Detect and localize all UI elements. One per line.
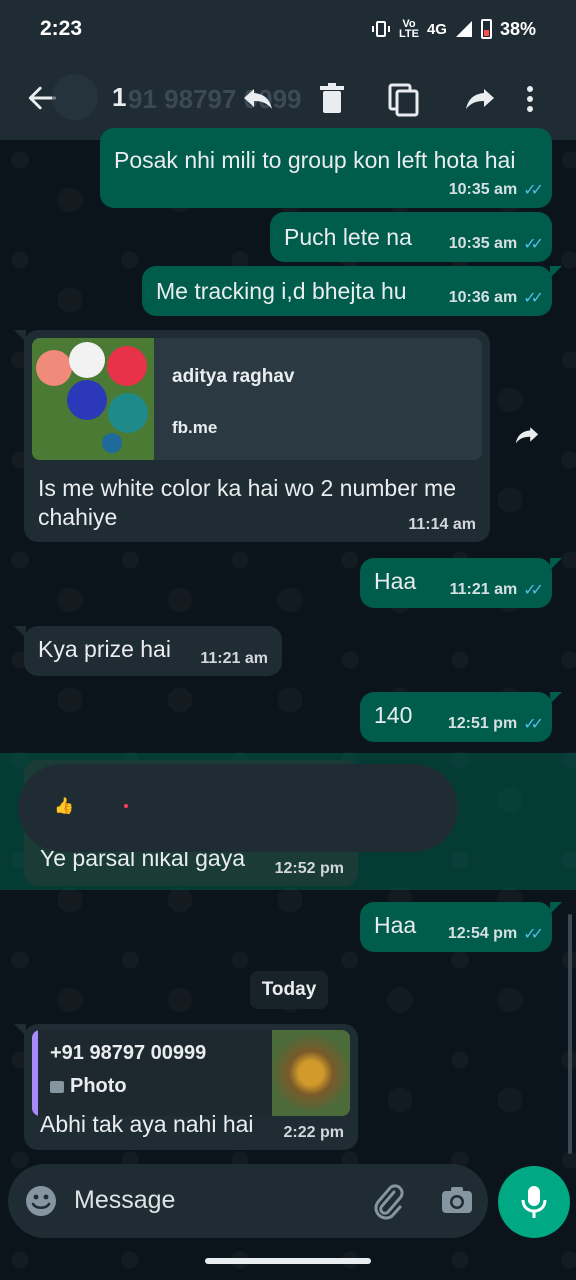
message-time: 10:36 am	[448, 289, 518, 306]
message-meta: 10:35 am ✓✓	[448, 180, 544, 200]
message-text: Posak nhi mili to group kon left hota ha…	[114, 147, 516, 173]
status-time: 2:23	[40, 17, 83, 40]
message-time: 11:21 am	[200, 650, 268, 667]
volte-icon: Vo LTE	[398, 18, 419, 40]
incoming-message[interactable]: Kya prize hai 11:21 am	[14, 626, 282, 676]
scrollbar[interactable]	[568, 914, 572, 1154]
battery-icon	[480, 19, 492, 39]
read-ticks-icon: ✓✓	[523, 290, 544, 307]
message-time: 12:51 pm	[447, 715, 518, 732]
message-input[interactable]: Message	[74, 1186, 175, 1215]
message-meta: 11:21 am	[200, 650, 268, 668]
bubble-tail	[550, 558, 562, 570]
outgoing-message[interactable]: Me tracking i,d bhejta hu 10:36 am ✓✓	[142, 266, 562, 316]
bubble-tail	[14, 1024, 26, 1036]
message-meta: 2:22 pm	[284, 1124, 344, 1142]
bubble-tail	[14, 330, 26, 342]
status-bar: 2:23 Vo LTE 4G 38%	[0, 0, 576, 58]
network-type: 4G	[426, 20, 447, 38]
status-indicators: Vo LTE 4G 38%	[371, 19, 536, 40]
quoted-type: Photo	[50, 1075, 127, 1098]
attach-icon[interactable]	[370, 1182, 404, 1220]
message-meta: 11:14 am	[408, 516, 476, 534]
vibrate-icon	[371, 21, 390, 37]
copy-icon[interactable]	[386, 80, 422, 118]
preview-title: aditya raghav	[172, 366, 295, 387]
chat-screen: 2:23 Vo LTE 4G 38% 91 98797 0099 1 Posak …	[0, 0, 576, 1280]
camera-icon[interactable]	[440, 1184, 474, 1216]
forward-icon[interactable]	[462, 80, 498, 118]
read-ticks-icon: ✓✓	[523, 236, 544, 253]
message-time: 12:52 pm	[274, 860, 344, 877]
outgoing-message[interactable]: Puch lete na 10:35 am ✓✓	[270, 212, 552, 262]
preview-domain: fb.me	[172, 418, 218, 437]
quoted-type-label: Photo	[70, 1075, 127, 1097]
message-meta: 11:21 am ✓✓	[449, 580, 544, 600]
quoted-sender: +91 98797 00999	[50, 1042, 207, 1064]
more-vertical-icon[interactable]	[524, 80, 536, 118]
message-meta: 10:36 am ✓✓	[448, 288, 544, 308]
bubble-tail	[550, 692, 562, 704]
message-time: 2:22 pm	[283, 1124, 344, 1141]
mic-button[interactable]	[498, 1166, 570, 1238]
incoming-message[interactable]: +91 98797 00999 Photo Abhi tak aya nahi …	[14, 1024, 358, 1150]
outgoing-message[interactable]: 140 12:51 pm ✓✓	[360, 692, 562, 742]
read-ticks-icon: ✓✓	[523, 582, 544, 599]
message-time: 10:35 am	[448, 181, 518, 198]
day-divider: Today	[250, 971, 328, 1009]
outgoing-message[interactable]: Haa 11:21 am ✓✓	[360, 558, 562, 608]
emoji-icon[interactable]	[24, 1184, 58, 1218]
message-meta: 12:51 pm ✓✓	[447, 714, 544, 734]
thumbs-up-reaction[interactable]: 👍	[54, 796, 74, 816]
forward-icon[interactable]	[512, 424, 542, 448]
delete-icon[interactable]	[314, 80, 350, 118]
outgoing-message[interactable]: Haa 12:54 pm ✓✓	[360, 902, 562, 952]
preview-thumbnail	[32, 338, 154, 460]
incoming-message[interactable]: aditya raghav fb.me Is me white color ka…	[14, 330, 490, 542]
bubble-tail	[14, 626, 26, 638]
read-ticks-icon: ✓✓	[523, 182, 544, 199]
read-ticks-icon: ✓✓	[523, 716, 544, 733]
selected-count: 1	[112, 82, 127, 112]
battery-level: 38%	[499, 18, 536, 39]
quoted-photo-thumbnail	[272, 1030, 350, 1116]
outgoing-message[interactable]: Posak nhi mili to group kon left hota ha…	[100, 128, 552, 208]
message-text: Abhi tak aya nahi hai	[40, 1111, 254, 1137]
signal-icon	[455, 21, 472, 37]
home-indicator[interactable]	[205, 1258, 371, 1264]
message-meta: 12:52 pm	[275, 860, 344, 878]
bubble-tail	[550, 266, 562, 278]
mic-icon	[521, 1186, 547, 1218]
reaction-dot	[124, 804, 128, 808]
message-time: 11:21 am	[449, 581, 518, 598]
message-time: 10:35 am	[448, 235, 518, 252]
message-time: 12:54 pm	[447, 925, 518, 942]
photo-icon	[50, 1080, 64, 1093]
message-composer[interactable]: Message	[8, 1164, 488, 1238]
read-ticks-icon: ✓✓	[523, 926, 544, 943]
link-preview[interactable]: aditya raghav fb.me	[32, 338, 482, 460]
quote-accent-bar	[32, 1030, 38, 1116]
message-meta: 10:35 am ✓✓	[448, 234, 544, 254]
bubble-tail	[550, 902, 562, 914]
avatar[interactable]	[52, 74, 98, 120]
message-meta: 12:54 pm ✓✓	[447, 924, 544, 944]
reply-icon[interactable]	[240, 80, 276, 118]
quoted-message[interactable]: +91 98797 00999 Photo	[32, 1030, 350, 1116]
reaction-bar[interactable]: 👍	[18, 764, 458, 852]
message-time: 11:14 am	[408, 516, 476, 533]
